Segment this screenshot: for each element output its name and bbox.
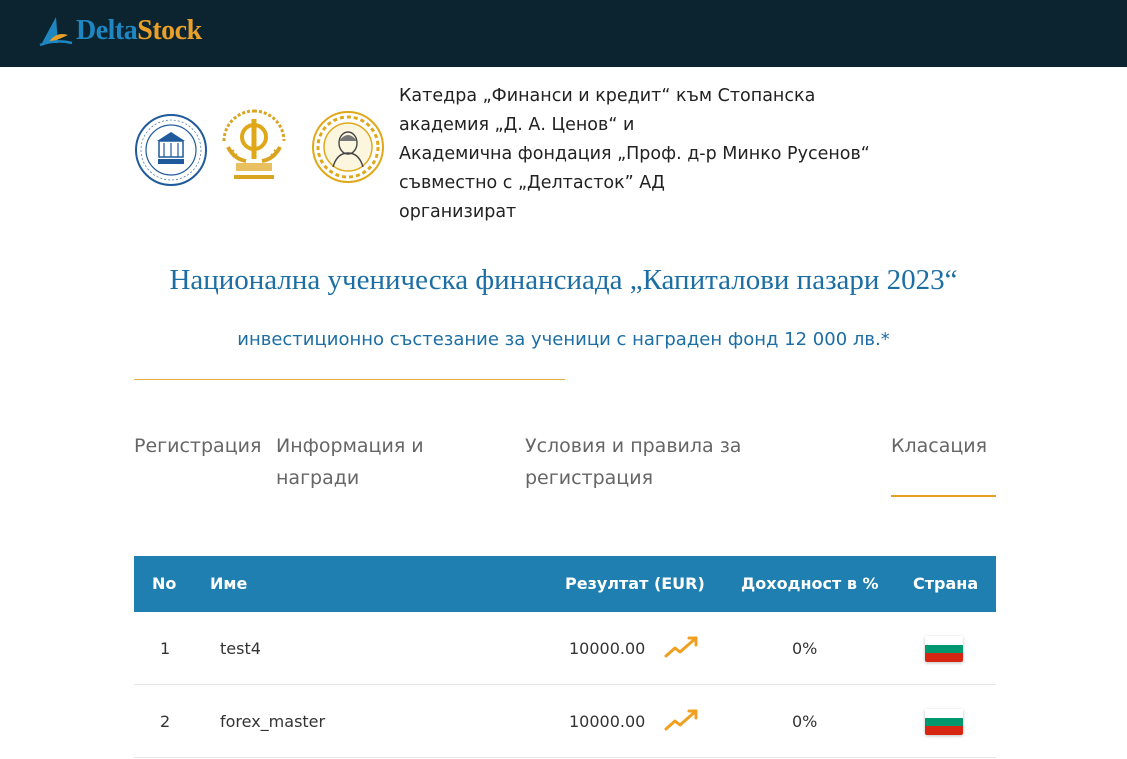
ranking-table: No Име Резултат (EUR) Доходност в % Стра…: [134, 556, 996, 758]
intro-line: организират: [399, 202, 517, 222]
table-row: 1 test4 10000.00 0%: [134, 612, 996, 685]
tab-ranking[interactable]: Класация: [891, 430, 987, 462]
row-yield: 0%: [792, 639, 818, 658]
top-header: DeltaStock: [0, 0, 1127, 67]
intro-line: академия „Д. А. Ценов“ и: [399, 115, 635, 135]
row-yield: 0%: [792, 712, 818, 731]
tab-label: Информация и: [276, 435, 424, 457]
header-name[interactable]: Име: [210, 556, 247, 612]
deltastock-logo[interactable]: DeltaStock: [38, 13, 202, 49]
bulgaria-flag-icon: [925, 709, 963, 735]
header-yield[interactable]: Доходност в %: [741, 556, 879, 612]
logo-sail-icon: [39, 17, 73, 47]
organizers-intro: Катедра „Финанси и кредит“ към Стопанска…: [399, 82, 959, 227]
table-row: 2 forex_master 10000.00 0%: [134, 685, 996, 758]
page-subtitle: инвестиционно състезание за ученици с на…: [237, 329, 890, 350]
trend-up-icon[interactable]: [664, 707, 700, 733]
tab-registration[interactable]: Регистрация: [134, 430, 261, 462]
row-no: 1: [160, 639, 171, 658]
tab-label: награди: [276, 467, 360, 489]
logo-text-delta: Delta: [76, 15, 138, 46]
tab-label: Условия и правила за: [525, 435, 742, 457]
intro-line: съвместно с „Делтасток” АД: [399, 173, 665, 193]
finance-society-emblem: [222, 109, 286, 179]
row-result: 10000.00: [569, 712, 646, 731]
tab-label: Класация: [891, 435, 988, 457]
table-header: No Име Резултат (EUR) Доходност в % Стра…: [134, 556, 996, 612]
intro-line: Катедра „Финанси и кредит“ към Стопанска: [399, 86, 816, 106]
tab-label: регистрация: [525, 467, 654, 489]
logo-text-stock: Stock: [137, 15, 202, 46]
header-country[interactable]: Страна: [913, 556, 978, 612]
unwe-academy-seal: [135, 114, 207, 186]
row-name[interactable]: test4: [220, 612, 261, 685]
row-no: 2: [160, 712, 171, 731]
tab-information-awards[interactable]: Информация и награди: [276, 430, 424, 494]
header-no[interactable]: No: [152, 556, 176, 612]
trend-up-icon[interactable]: [664, 634, 700, 660]
title-divider: [134, 379, 565, 380]
tab-label: Регистрация: [134, 435, 262, 457]
rusenov-foundation-seal: [312, 111, 384, 183]
tab-terms-rules[interactable]: Условия и правила за регистрация: [525, 430, 741, 494]
row-name[interactable]: forex_master: [220, 685, 325, 758]
active-tab-indicator: [891, 495, 996, 497]
bulgaria-flag-icon: [925, 636, 963, 662]
row-result: 10000.00: [569, 639, 646, 658]
page-title: Национална ученическа финансиада „Капита…: [169, 264, 958, 296]
intro-line: Академична фондация „Проф. д-р Минко Рус…: [399, 144, 870, 164]
header-result[interactable]: Резултат (EUR): [565, 556, 705, 612]
